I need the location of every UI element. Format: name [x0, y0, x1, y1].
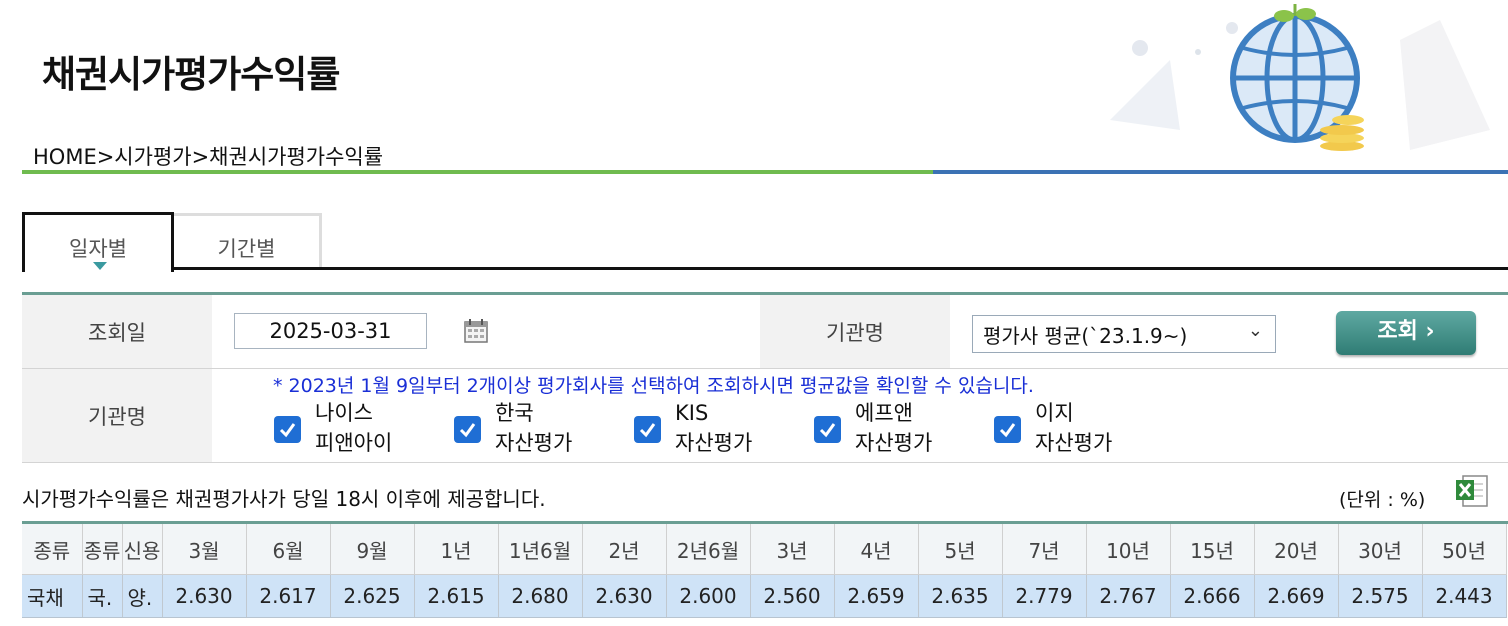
column-header: 2년6월 [666, 524, 751, 575]
checkmark-icon [819, 423, 836, 438]
chevron-down-icon: ⌄ [1247, 320, 1263, 341]
table-cell: 2.635 [918, 574, 1003, 618]
date-input[interactable] [234, 313, 427, 349]
column-header: 1년6월 [498, 524, 583, 575]
date-label-cell: 조회일 [22, 295, 212, 368]
form-bottom-border [22, 462, 1508, 463]
table-cell: 2.600 [666, 574, 751, 618]
tab-daily[interactable]: 일자별 [22, 212, 174, 272]
checkbox-easy[interactable] [994, 416, 1021, 443]
column-header: 5년 [918, 524, 1003, 575]
column-header: 9월 [330, 524, 415, 575]
org-label-cell: 기관명 [760, 295, 950, 368]
table-cell: 2.560 [750, 574, 835, 618]
table-cell: 국채 [22, 574, 83, 618]
header-rule-green [22, 170, 933, 174]
tab-period[interactable]: 기간별 [174, 213, 322, 269]
table-cell: 2.779 [1002, 574, 1087, 618]
column-header: 종류 [82, 524, 123, 575]
calendar-icon[interactable] [464, 319, 488, 343]
column-header: 4년 [834, 524, 919, 575]
page-title: 채권시가평가수익률 [42, 53, 340, 96]
table-cell: 2.615 [414, 574, 499, 618]
table-cell: 국. [82, 574, 123, 618]
checkbox-label-easy: 이지 자산평가 [1035, 401, 1113, 455]
table-cell: 2.630 [162, 574, 247, 618]
checkmark-icon [279, 423, 296, 438]
column-header: 신용 [122, 524, 163, 575]
table-cell: 2.767 [1086, 574, 1171, 618]
checkbox-label-nice: 나이스 피앤아이 [315, 401, 393, 455]
date-label: 조회일 [88, 320, 146, 345]
org-select-value: 평가사 평균(`23.1.9~) [983, 324, 1188, 348]
column-header: 15년 [1170, 524, 1255, 575]
checkbox-label-korea: 한국 자산평가 [495, 401, 573, 455]
table-cell: 2.669 [1254, 574, 1339, 618]
checkbox-label-fn: 에프앤 자산평가 [855, 401, 933, 455]
org-select[interactable]: 평가사 평균(`23.1.9~) ⌄ [972, 315, 1276, 353]
column-header: 20년 [1254, 524, 1339, 575]
rate-table: 종류 종류 신용 3월 6월 9월 1년 1년6월 2년 2년6월 3년 4년 … [22, 524, 1507, 618]
table-cell: 2.443 [1422, 574, 1507, 618]
checkbox-nice[interactable] [274, 416, 301, 443]
column-header: 3년 [750, 524, 835, 575]
table-header-row: 종류 종류 신용 3월 6월 9월 1년 1년6월 2년 2년6월 3년 4년 … [22, 524, 1507, 575]
table-cell: 양. [122, 574, 163, 618]
active-tab-caret-icon [93, 262, 107, 270]
column-header: 30년 [1338, 524, 1423, 575]
checkbox-label-kis: KIS 자산평가 [675, 401, 753, 455]
table-cell: 2.680 [498, 574, 583, 618]
column-header: 7년 [1002, 524, 1087, 575]
excel-download-icon[interactable] [1455, 474, 1489, 510]
column-header: 1년 [414, 524, 499, 575]
column-header: 종류 [22, 524, 83, 575]
table-cell: 2.666 [1170, 574, 1255, 618]
checkmark-icon [639, 423, 656, 438]
checkmark-icon [999, 423, 1016, 438]
checkmark-icon [459, 423, 476, 438]
checkbox-kis[interactable] [634, 416, 661, 443]
table-cell: 2.575 [1338, 574, 1423, 618]
search-button[interactable]: 조회 › [1336, 311, 1476, 355]
header-rule-blue [933, 170, 1508, 174]
search-button-label: 조회 [1377, 319, 1418, 344]
caption-text: 시가평가수익률은 채권평가사가 당일 18시 이후에 제공합니다. [22, 487, 546, 511]
tab-baseline [174, 267, 1508, 270]
table-row[interactable]: 국채 국. 양. 2.630 2.617 2.625 2.615 2.680 2… [22, 574, 1507, 618]
notice-text: * 2023년 1월 9일부터 2개이상 평가회사를 선택하여 조회하시면 평균… [273, 375, 1034, 397]
unit-label: (단위 : %) [1339, 489, 1426, 511]
form-row-divider [22, 368, 1508, 369]
column-header: 6월 [246, 524, 331, 575]
tab-period-label: 기간별 [217, 237, 276, 261]
table-cell: 2.625 [330, 574, 415, 618]
tab-daily-label: 일자별 [69, 237, 127, 261]
globe-illustration [1110, 4, 1490, 151]
table-cell: 2.630 [582, 574, 667, 618]
column-header: 3월 [162, 524, 247, 575]
table-cell: 2.617 [246, 574, 331, 618]
org-label2-cell: 기관명 [22, 369, 212, 462]
column-header: 2년 [582, 524, 667, 575]
column-header: 10년 [1086, 524, 1171, 575]
checkbox-fn[interactable] [814, 416, 841, 443]
org-label2: 기관명 [88, 404, 146, 429]
breadcrumb: HOME>시가평가>채권시가평가수익률 [33, 145, 384, 169]
chevron-right-icon: › [1425, 319, 1435, 344]
org-label: 기관명 [826, 320, 884, 345]
column-header: 50년 [1422, 524, 1507, 575]
table-cell: 2.659 [834, 574, 919, 618]
checkbox-korea[interactable] [454, 416, 481, 443]
